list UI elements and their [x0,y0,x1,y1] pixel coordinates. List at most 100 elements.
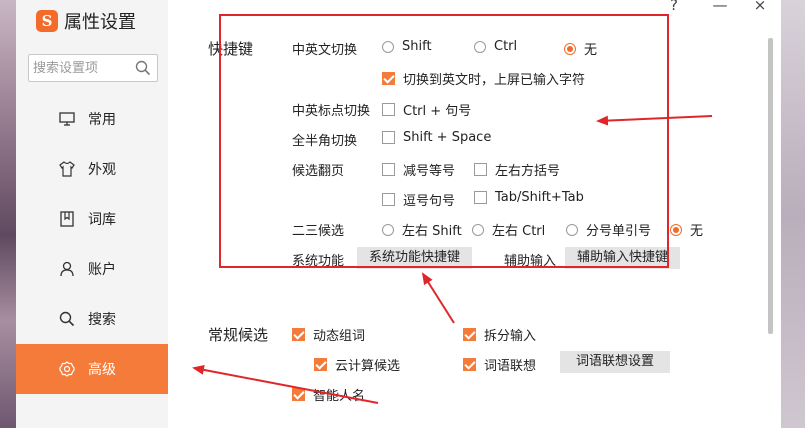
sidebar: S 属性设置 常用 外观 词库 账户 搜索 高级 [16,0,168,428]
user-icon [58,260,76,278]
second-third-none-radio[interactable]: 无 [670,220,703,239]
option-label: 左右方括号 [495,164,561,179]
sidebar-item-advanced[interactable]: 高级 [16,344,168,394]
search-icon [58,310,76,328]
option-label: 智能人名 [313,389,366,404]
cn-en-switch-none-radio[interactable]: 无 [564,39,597,58]
system-shortcuts-button[interactable]: 系统功能快捷键 [357,247,473,269]
radio-icon [474,40,486,53]
sidebar-item-label: 外观 [88,162,116,178]
window-title: 属性设置 [64,12,136,33]
second-third-semicolon-radio[interactable]: 分号单引号 [566,220,651,239]
radio-checked-icon [670,223,682,236]
checkbox-checked-icon [314,358,327,371]
radio-icon [382,40,394,53]
width-switch-label: 全半角切换 [292,134,358,149]
sidebar-item-search[interactable]: 搜索 [16,294,168,344]
background-right [781,0,805,428]
settings-search-input[interactable] [29,55,129,81]
monitor-icon [58,110,76,128]
second-third-shift-radio[interactable]: 左右 Shift [382,220,462,239]
checkbox-icon [382,103,395,116]
checkbox-icon [474,163,487,176]
aux-input-label: 辅助输入 [504,254,557,269]
paging-brackets-checkbox[interactable]: 左右方括号 [474,160,560,179]
word-association-checkbox[interactable]: 词语联想 [463,355,536,374]
sidebar-item-label: 常用 [88,112,116,128]
gear-icon [58,360,76,378]
cn-en-switch-shift-radio[interactable]: Shift [382,39,432,54]
checkbox-icon [474,191,487,204]
word-association-settings-button[interactable]: 词语联想设置 [560,351,671,373]
punct-switch-checkbox[interactable]: Ctrl + 句号 [382,100,471,119]
sogou-logo-icon: S [36,10,58,32]
option-label: 词语联想 [484,359,537,374]
radio-icon [566,223,578,236]
radio-checked-icon [564,42,576,55]
second-third-ctrl-radio[interactable]: 左右 Ctrl [472,220,545,239]
width-switch-checkbox[interactable]: Shift + Space [382,130,491,145]
checkbox-checked-icon [463,328,476,341]
checkbox-icon [382,131,395,144]
sidebar-item-appearance[interactable]: 外观 [16,144,168,194]
paging-minus-equal-checkbox[interactable]: 减号等号 [382,160,455,179]
paging-comma-period-checkbox[interactable]: 逗号句号 [382,190,455,209]
section-candidates-title: 常规候选 [208,326,269,344]
option-label: 左右 Shift [402,224,462,239]
brand: S 属性设置 [36,8,136,34]
option-label: 左右 Ctrl [492,224,546,239]
sidebar-item-common[interactable]: 常用 [16,94,168,144]
option-label: Shift + Space [403,130,492,145]
sidebar-nav: 常用 外观 词库 账户 搜索 高级 [16,94,168,394]
system-function-label: 系统功能 [292,254,345,269]
minimize-button[interactable]: — [710,0,730,14]
aux-shortcuts-button[interactable]: 辅助输入快捷键 [565,247,681,269]
scrollbar[interactable] [768,38,773,334]
option-label: Ctrl + 句号 [403,104,472,119]
section-shortcuts-title: 快捷键 [208,40,254,58]
option-label: 无 [584,43,598,58]
background-left [0,0,16,428]
commit-on-switch-checkbox[interactable]: 切换到英文时，上屏已输入字符 [382,69,585,88]
option-label: 减号等号 [403,164,456,179]
checkbox-checked-icon [382,72,395,85]
option-label: 分号单引号 [586,224,652,239]
sidebar-item-lexicon[interactable]: 词库 [16,194,168,244]
option-label: 逗号句号 [403,194,456,209]
close-button[interactable]: × [750,0,770,14]
paging-label: 候选翻页 [292,164,345,179]
shirt-icon [58,160,76,178]
checkbox-checked-icon [292,388,305,401]
option-label: 云计算候选 [335,359,401,374]
paging-tab-checkbox[interactable]: Tab/Shift+Tab [474,190,584,205]
checkbox-icon [382,193,395,206]
checkbox-checked-icon [292,328,305,341]
sidebar-item-label: 账户 [88,262,116,278]
sidebar-item-label: 高级 [88,362,116,378]
punct-switch-label: 中英标点切换 [292,104,371,119]
cn-en-switch-label: 中英文切换 [292,43,358,58]
radio-icon [472,223,484,236]
checkbox-icon [382,163,395,176]
second-third-label: 二三候选 [292,224,345,239]
option-label: Ctrl [494,39,518,54]
dynamic-phrase-checkbox[interactable]: 动态组词 [292,325,365,344]
cloud-candidate-checkbox[interactable]: 云计算候选 [314,355,400,374]
help-button[interactable]: ? [664,0,684,14]
sidebar-item-label: 搜索 [88,312,116,328]
option-label: Tab/Shift+Tab [495,190,584,205]
option-label: 切换到英文时，上屏已输入字符 [403,73,586,88]
settings-search [28,54,158,82]
smart-name-checkbox[interactable]: 智能人名 [292,385,365,404]
option-label: 动态组词 [313,329,366,344]
option-label: 无 [690,224,704,239]
split-input-checkbox[interactable]: 拆分输入 [463,325,536,344]
radio-icon [382,223,394,236]
search-icon[interactable] [135,60,151,76]
checkbox-checked-icon [463,358,476,371]
sidebar-item-account[interactable]: 账户 [16,244,168,294]
sidebar-item-label: 词库 [88,212,116,228]
book-icon [58,210,76,228]
option-label: 拆分输入 [484,329,537,344]
cn-en-switch-ctrl-radio[interactable]: Ctrl [474,39,517,54]
